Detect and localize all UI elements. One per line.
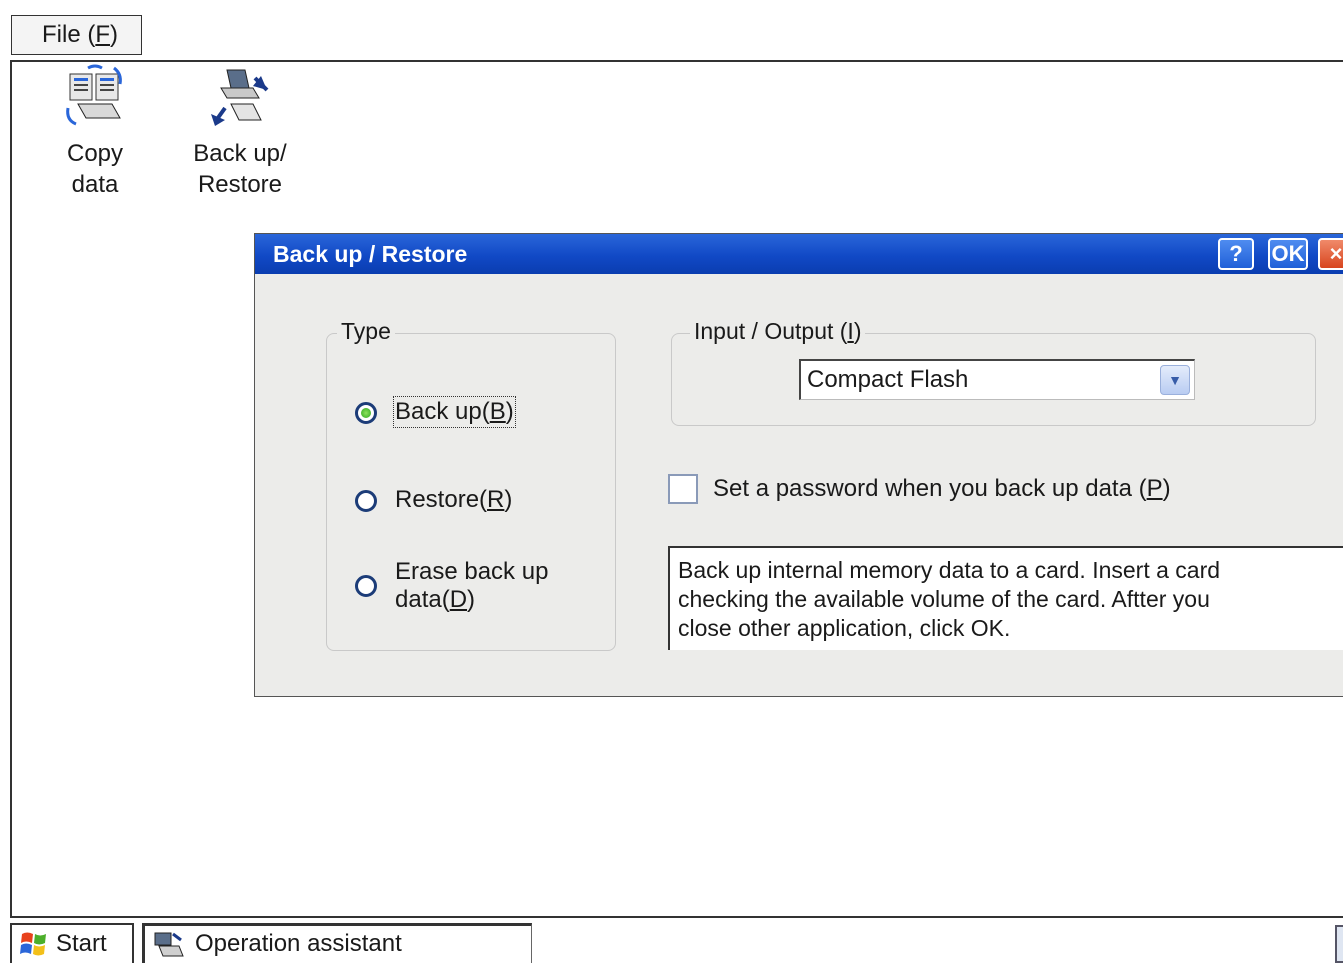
password-label-suffix: )	[1162, 475, 1171, 502]
menu-file-label: File (	[42, 21, 96, 48]
radio-restore-label[interactable]: Restore(R)	[395, 486, 512, 514]
io-legend-text: Input / Output (	[694, 318, 848, 344]
radio-restore-text: Restore(	[395, 486, 488, 513]
type-group-legend: Type	[337, 316, 395, 346]
chevron-down-icon[interactable]: ▼	[1160, 365, 1190, 395]
radio-restore-button[interactable]	[355, 490, 377, 512]
backup-restore-dialog: Back up / Restore ? OK × Type Back up(B)…	[254, 233, 1343, 697]
desktop-icon-copy-data[interactable]: Copy data	[40, 64, 150, 200]
io-select-value: Compact Flash	[807, 366, 969, 393]
io-group-legend: Input / Output (I)	[690, 316, 866, 346]
password-label-text: Set a password when you back up data (	[713, 475, 1147, 502]
radio-backup-key: B	[489, 398, 506, 425]
radio-erase-key: D	[449, 586, 468, 613]
start-button[interactable]: Start	[10, 923, 134, 963]
io-select[interactable]: Compact Flash ▼	[799, 359, 1195, 400]
menu-bar: File (F)	[0, 0, 1343, 60]
system-tray[interactable]	[1335, 925, 1343, 963]
menu-file[interactable]: File (F)	[11, 15, 142, 55]
taskbar: Start Operation assistant	[0, 920, 1343, 963]
password-checkbox-label[interactable]: Set a password when you back up data (P)	[713, 474, 1171, 504]
radio-erase-label[interactable]: Erase back up data(D)	[395, 558, 548, 614]
info-textbox: Back up internal memory data to a card. …	[668, 546, 1343, 650]
backup-restore-icon	[205, 64, 275, 134]
start-label: Start	[56, 930, 107, 957]
menu-file-key: F	[95, 21, 111, 48]
close-button[interactable]: ×	[1318, 238, 1343, 270]
radio-restore-suffix: )	[504, 486, 513, 513]
radio-restore-key: R	[487, 486, 505, 513]
desktop-icon-label: Copy data	[66, 140, 124, 198]
radio-erase-button[interactable]	[355, 575, 377, 597]
desktop-icon-label: Back up/ Restore	[193, 140, 287, 198]
windows-logo-icon	[20, 930, 48, 958]
dialog-titlebar[interactable]: Back up / Restore ? OK ×	[255, 234, 1343, 274]
dialog-title: Back up / Restore	[273, 241, 468, 267]
type-group: Type Back up(B) Restore(R) Erase back up…	[326, 316, 616, 651]
io-legend-suffix: )	[853, 318, 862, 344]
menu-file-suffix: )	[110, 21, 119, 48]
radio-erase-suffix: )	[467, 586, 476, 613]
password-checkbox[interactable]	[668, 474, 698, 504]
copy-data-icon	[60, 64, 130, 134]
io-group: Input / Output (I) Compact Flash ▼	[671, 316, 1316, 426]
ok-button[interactable]: OK	[1268, 238, 1308, 270]
desktop-icon-backup-restore[interactable]: Back up/ Restore	[180, 64, 300, 200]
taskbar-item-operation-assistant[interactable]: Operation assistant	[142, 923, 532, 963]
radio-backup-button[interactable]	[355, 402, 377, 424]
help-button[interactable]: ?	[1218, 238, 1254, 270]
radio-backup-text: Back up(	[395, 398, 490, 425]
password-label-key: P	[1146, 475, 1163, 502]
taskbar-item-label: Operation assistant	[195, 930, 402, 957]
radio-backup-label[interactable]: Back up(B)	[393, 396, 516, 428]
operation-assistant-icon	[153, 930, 185, 960]
radio-backup-suffix: )	[505, 398, 514, 425]
